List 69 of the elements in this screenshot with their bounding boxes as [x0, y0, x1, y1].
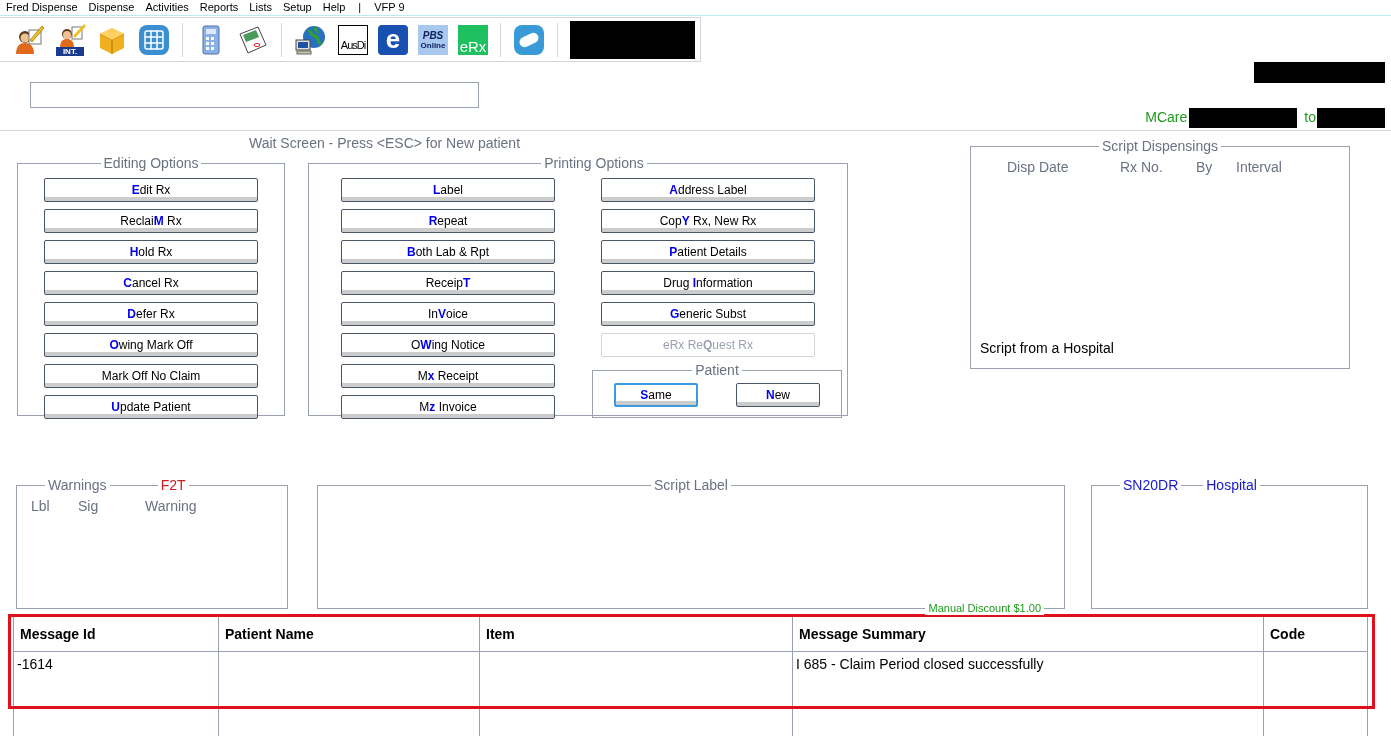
option-button[interactable]: ReceipT: [341, 271, 555, 295]
table-cell: -1614: [17, 656, 53, 672]
menu-separator: |: [357, 0, 363, 16]
option-button[interactable]: Hold Rx: [44, 240, 258, 264]
patient-button[interactable]: New: [736, 383, 820, 407]
option-button[interactable]: Both Lab & Rpt: [341, 240, 555, 264]
column-header: Interval: [1236, 158, 1283, 177]
grid-icon[interactable]: [138, 23, 170, 56]
panel-title: Script Dispensings: [1101, 137, 1219, 156]
panel-title: Script Label: [653, 476, 729, 495]
wait-screen-title: Wait Screen - Press <ESC> for New patient: [249, 134, 522, 151]
script-code: SN20DR: [1122, 476, 1180, 495]
option-button[interactable]: Owing Mark Off: [44, 333, 258, 357]
column-header: Disp Date: [1007, 158, 1070, 177]
option-button[interactable]: Mark Off No Claim: [44, 364, 258, 388]
discount-text: Manual Discount $1.00: [925, 601, 1044, 615]
column-header: Rx No.: [1120, 158, 1164, 177]
pbs-online-logo[interactable]: PBS Online: [418, 24, 448, 55]
notepad-icon[interactable]: [237, 23, 269, 56]
option-button[interactable]: Mx Receipt: [341, 364, 555, 388]
option-button[interactable]: InVoice: [341, 302, 555, 326]
e-logo[interactable]: e: [378, 24, 408, 55]
menu-item[interactable]: Lists: [249, 0, 272, 16]
patient-button[interactable]: Same: [614, 383, 698, 407]
pill-icon[interactable]: [513, 23, 545, 56]
option-button[interactable]: Patient Details: [601, 240, 815, 264]
panel-title: Warnings: [47, 476, 108, 495]
column-header: Message Summary: [792, 616, 1264, 652]
column-header: Lbl: [31, 497, 51, 516]
option-button[interactable]: Label: [341, 178, 555, 202]
panel-title: Printing Options: [543, 154, 645, 173]
column-header: Item: [479, 616, 793, 652]
redacted-block: [1317, 107, 1385, 128]
search-field[interactable]: [30, 82, 479, 108]
option-button[interactable]: Edit Rx: [44, 178, 258, 202]
menu-item[interactable]: Reports: [199, 0, 239, 16]
column-header: Warning: [145, 497, 198, 516]
menu-item[interactable]: VFP 9: [374, 0, 405, 16]
menu-item[interactable]: Fred Dispense: [6, 0, 78, 16]
group-title: Patient: [694, 361, 740, 380]
menu-item[interactable]: Activities: [145, 0, 189, 16]
menu-item[interactable]: Setup: [282, 0, 312, 16]
column-header: By: [1196, 158, 1214, 177]
panel-title: Editing Options: [102, 154, 200, 173]
option-button[interactable]: Repeat: [341, 209, 555, 233]
option-button[interactable]: Defer Rx: [44, 302, 258, 326]
option-button[interactable]: Cancel Rx: [44, 271, 258, 295]
option-button[interactable]: Update Patient: [44, 395, 258, 419]
table-cell: I 685 - Claim Period closed successfully: [796, 656, 1044, 672]
option-button[interactable]: ReclaiM Rx: [44, 209, 258, 233]
column-header: Sig: [78, 497, 100, 516]
option-button[interactable]: OWing Notice: [341, 333, 555, 357]
script-source: Hospital: [1205, 476, 1258, 495]
medicare-label: MCare: [1145, 108, 1188, 127]
column-header: Code: [1263, 616, 1368, 652]
ausdi-logo[interactable]: AusDi: [338, 24, 368, 55]
option-button[interactable]: CopY Rx, New Rx: [601, 209, 815, 233]
option-button[interactable]: Mz Invoice: [341, 395, 555, 419]
menu-item[interactable]: Dispense: [88, 0, 135, 16]
column-header: Patient Name: [218, 616, 480, 652]
option-button[interactable]: Drug Information: [601, 271, 815, 295]
script-source-text: Script from a Hospital: [980, 339, 1115, 358]
column-header: Message Id: [13, 616, 219, 652]
globe-computer-icon[interactable]: [294, 23, 328, 56]
menu-item[interactable]: Help: [322, 0, 346, 16]
to-label: to: [1304, 108, 1316, 127]
option-button[interactable]: Address Label: [601, 178, 815, 202]
option-button[interactable]: Generic Subst: [601, 302, 815, 326]
warning-code: F2T: [159, 476, 187, 495]
